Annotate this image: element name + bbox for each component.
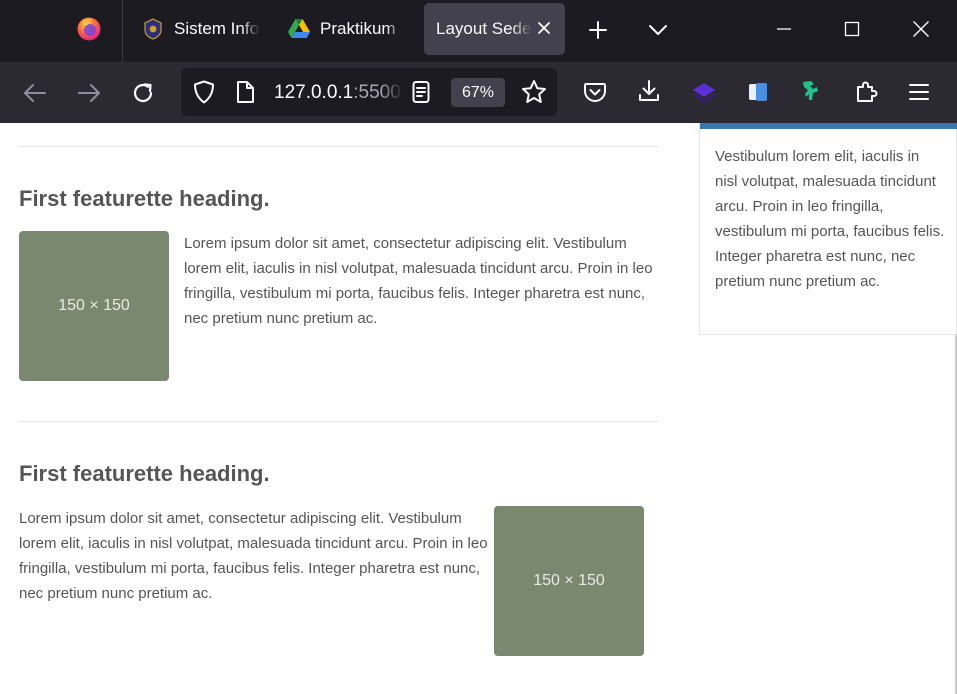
- pocket-icon[interactable]: [580, 77, 610, 107]
- shield-icon[interactable]: [189, 77, 219, 107]
- zoom-level-button[interactable]: 67%: [451, 78, 505, 107]
- sidebar-card: Vestibulum lorem elit, iaculis in nisl v…: [699, 123, 957, 335]
- address-bar[interactable]: 127.0.0.1:5500 67%: [181, 68, 557, 116]
- layers-extension-icon[interactable]: [689, 77, 719, 107]
- back-arrow-icon[interactable]: [20, 78, 50, 108]
- reader-view-icon[interactable]: [406, 77, 436, 107]
- placeholder-image-label: 150 × 150: [58, 297, 130, 314]
- reload-icon[interactable]: [128, 78, 158, 108]
- sidebar-accent-bar: [700, 123, 957, 129]
- downloads-icon[interactable]: [634, 76, 664, 106]
- google-drive-icon: [288, 18, 310, 40]
- page-content: First featurette heading. 150 × 150 Lore…: [0, 123, 957, 694]
- hamburger-menu-icon[interactable]: [904, 77, 934, 107]
- featurette-divider: [19, 421, 659, 422]
- navigation-toolbar: 127.0.0.1:5500 67%: [0, 62, 957, 123]
- maximize-window-icon[interactable]: [837, 14, 867, 44]
- tab-layout-sederhana-active[interactable]: Layout Sederhana: [424, 3, 565, 55]
- university-crest-icon: [142, 18, 164, 40]
- featurette-heading: First featurette heading.: [19, 461, 270, 486]
- placeholder-image: 150 × 150: [494, 506, 644, 656]
- firefox-logo-icon[interactable]: [76, 16, 102, 42]
- dinosaur-extension-icon[interactable]: [796, 76, 826, 106]
- url-text[interactable]: 127.0.0.1:5500: [274, 82, 404, 104]
- new-tab-plus-icon[interactable]: [584, 16, 612, 44]
- bookmark-star-icon[interactable]: [519, 77, 549, 107]
- featurette-text: Lorem ipsum dolor sit amet, consectetur …: [184, 235, 653, 327]
- close-window-icon[interactable]: [906, 14, 936, 44]
- placeholder-image-label: 150 × 150: [533, 572, 605, 589]
- tab-praktikum[interactable]: Praktikum: [288, 3, 406, 55]
- featurette-heading: First featurette heading.: [19, 186, 270, 211]
- close-tab-icon[interactable]: [532, 16, 556, 40]
- tab-sistem-info[interactable]: Sistem Info: [142, 3, 262, 55]
- tab-title: Layout Sederhana: [436, 19, 532, 38]
- list-all-tabs-chevron-down-icon[interactable]: [644, 16, 672, 44]
- tab-title: Sistem Info: [174, 19, 260, 38]
- featurette-divider: [19, 146, 659, 147]
- featurette-text: Lorem ipsum dolor sit amet, consectetur …: [19, 510, 488, 602]
- tab-title: Praktikum: [320, 19, 396, 38]
- copy-extension-icon[interactable]: [743, 77, 773, 107]
- forward-arrow-icon[interactable]: [74, 78, 104, 108]
- sidebar-text: Vestibulum lorem elit, iaculis in nisl v…: [715, 148, 945, 290]
- page-info-document-icon[interactable]: [230, 77, 260, 107]
- minimize-window-icon[interactable]: [769, 14, 799, 44]
- placeholder-image: 150 × 150: [19, 231, 169, 381]
- extensions-puzzle-icon[interactable]: [851, 77, 881, 107]
- tab-divider: [122, 0, 123, 62]
- tab-strip: Sistem Info Praktikum Layout Sederhana: [0, 0, 957, 62]
